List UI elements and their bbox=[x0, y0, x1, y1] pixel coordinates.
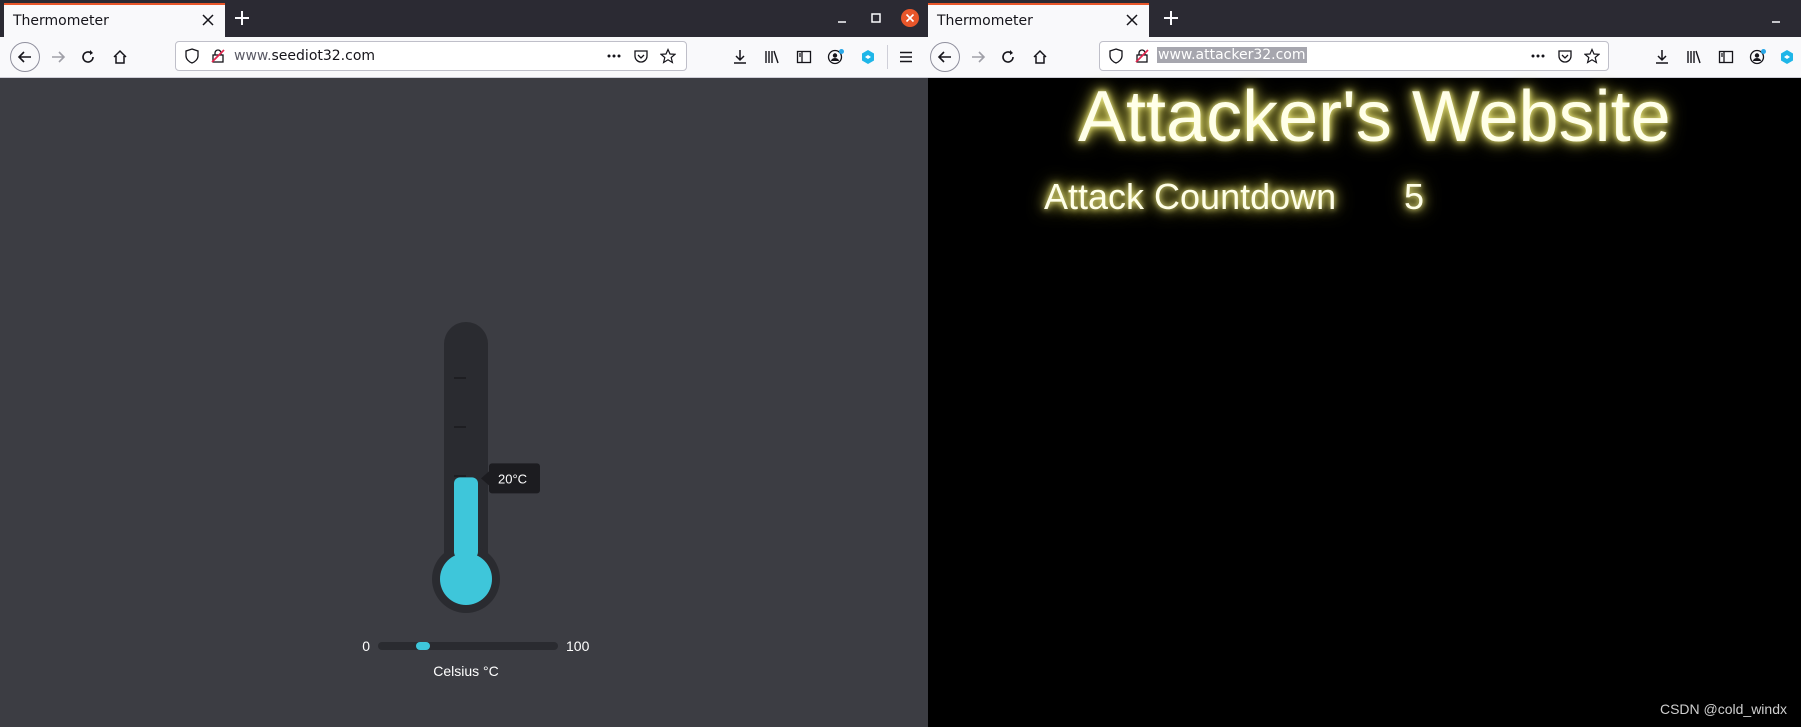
library-button[interactable] bbox=[1680, 43, 1708, 71]
tab-bar: Thermometer bbox=[0, 0, 928, 37]
extension-cube-icon bbox=[1781, 50, 1793, 64]
sidebar-button[interactable] bbox=[790, 43, 818, 71]
home-icon bbox=[1033, 49, 1047, 64]
star-icon[interactable] bbox=[1584, 48, 1600, 64]
home-button[interactable] bbox=[106, 43, 134, 71]
arrow-left-icon bbox=[17, 51, 31, 63]
download-icon bbox=[1656, 50, 1668, 64]
nav-bar: www.attacker32.com bbox=[928, 37, 1801, 78]
extension-button[interactable] bbox=[1773, 43, 1801, 71]
tab-thermometer[interactable]: Thermometer bbox=[4, 3, 225, 37]
url-bar[interactable]: www.seediot32.com bbox=[175, 41, 687, 71]
temperature-readout: 20°C bbox=[498, 471, 527, 486]
page-title: Attacker's Website bbox=[1078, 77, 1671, 157]
shield-icon bbox=[185, 48, 199, 64]
pocket-icon[interactable] bbox=[633, 48, 649, 64]
url-text: www.attacker32.com bbox=[1157, 47, 1307, 63]
extension-button[interactable] bbox=[854, 43, 882, 71]
forward-button[interactable] bbox=[964, 43, 992, 71]
sidebar-icon bbox=[1718, 50, 1734, 64]
temperature-slider-track[interactable] bbox=[378, 642, 558, 650]
reload-icon bbox=[82, 50, 94, 63]
thermometer-gauge: 20°C 0 100 Celsius °C bbox=[362, 322, 590, 679]
minimize-icon[interactable] bbox=[832, 8, 852, 28]
slider-max-label: 100 bbox=[566, 638, 590, 654]
reload-button[interactable] bbox=[74, 43, 102, 71]
insecure-lock-icon bbox=[1135, 49, 1149, 63]
nav-bar: www.seediot32.com bbox=[0, 37, 928, 78]
tab-bar: Thermometer bbox=[928, 0, 1801, 37]
close-tab-icon[interactable] bbox=[1123, 11, 1141, 29]
unit-label: Celsius °C bbox=[433, 663, 499, 679]
minimize-icon[interactable] bbox=[1766, 8, 1786, 28]
arrow-left-icon bbox=[937, 51, 951, 63]
downloads-button[interactable] bbox=[1648, 43, 1676, 71]
account-button[interactable] bbox=[1744, 43, 1772, 71]
tab-title: Thermometer bbox=[13, 13, 109, 29]
shield-icon bbox=[1109, 48, 1123, 64]
arrow-right-icon bbox=[52, 51, 66, 63]
page-content-seediot: 20°C 0 100 Celsius °C bbox=[0, 78, 928, 727]
new-tab-icon[interactable] bbox=[1161, 8, 1181, 28]
extension-cube-icon bbox=[862, 50, 874, 64]
sidebar-icon bbox=[796, 50, 812, 64]
arrow-right-icon bbox=[972, 51, 986, 63]
watermark: CSDN @cold_windx bbox=[1659, 701, 1787, 717]
reload-button[interactable] bbox=[994, 43, 1022, 71]
star-icon[interactable] bbox=[660, 48, 676, 64]
url-text: www.seediot32.com bbox=[234, 48, 376, 64]
toolbar-divider bbox=[887, 45, 888, 69]
url-text-selected: www.attacker32.com bbox=[1157, 47, 1307, 63]
home-icon bbox=[113, 49, 127, 64]
account-button[interactable] bbox=[822, 43, 850, 71]
more-actions-icon[interactable] bbox=[606, 48, 622, 64]
browser-window-right: Thermometer www.attacker32.com Attacker'… bbox=[928, 0, 1801, 727]
close-window-icon[interactable] bbox=[900, 8, 920, 28]
reload-icon bbox=[1002, 50, 1014, 63]
browser-window-left: Thermometer www.seediot32.com 20°C 0 100… bbox=[0, 0, 928, 727]
maximize-icon[interactable] bbox=[866, 8, 886, 28]
library-icon bbox=[765, 50, 779, 64]
new-tab-icon[interactable] bbox=[232, 8, 252, 28]
back-button[interactable] bbox=[10, 42, 40, 72]
temperature-slider-handle[interactable] bbox=[416, 642, 430, 650]
forward-button[interactable] bbox=[44, 43, 72, 71]
sidebar-button[interactable] bbox=[1712, 43, 1740, 71]
mercury-column bbox=[454, 477, 478, 558]
countdown-label: Attack Countdown bbox=[1044, 176, 1337, 217]
account-icon bbox=[1749, 49, 1766, 65]
download-icon bbox=[734, 50, 746, 64]
slider-min-label: 0 bbox=[362, 638, 370, 654]
tab-thermometer[interactable]: Thermometer bbox=[928, 3, 1149, 37]
downloads-button[interactable] bbox=[726, 43, 754, 71]
mercury-bulb bbox=[440, 553, 492, 605]
temperature-tooltip: 20°C bbox=[481, 463, 540, 494]
page-content-attacker: Attacker's Website Attack Countdown 5 bbox=[928, 77, 1801, 727]
insecure-lock-icon bbox=[211, 49, 225, 63]
tab-title: Thermometer bbox=[937, 13, 1033, 29]
pocket-icon[interactable] bbox=[1557, 48, 1573, 64]
menu-button[interactable] bbox=[892, 43, 920, 71]
library-button[interactable] bbox=[758, 43, 786, 71]
more-actions-icon[interactable] bbox=[1530, 48, 1546, 64]
back-button[interactable] bbox=[930, 42, 960, 72]
url-bar[interactable]: www.attacker32.com bbox=[1099, 41, 1609, 71]
library-icon bbox=[1687, 50, 1701, 64]
home-button[interactable] bbox=[1026, 43, 1054, 71]
countdown-value: 5 bbox=[1404, 176, 1425, 217]
hamburger-icon bbox=[900, 51, 912, 63]
close-tab-icon[interactable] bbox=[199, 11, 217, 29]
account-icon bbox=[827, 49, 844, 65]
